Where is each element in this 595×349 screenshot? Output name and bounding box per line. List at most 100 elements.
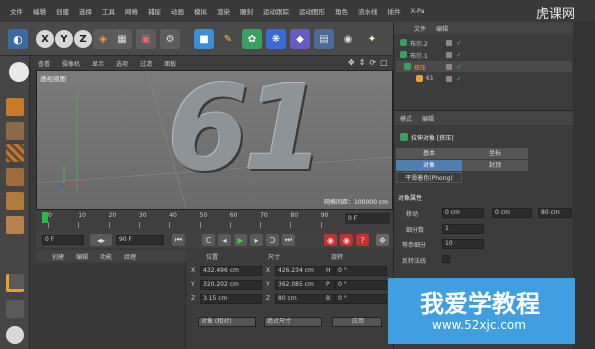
undo-icon[interactable]: ◐: [8, 29, 28, 49]
menu-item[interactable]: 插件: [388, 6, 401, 16]
sculpt-icon[interactable]: [6, 300, 24, 318]
end-frame-field[interactable]: 90 F: [116, 235, 164, 245]
rotation-field[interactable]: 0 °: [335, 294, 387, 304]
flip-normals-checkbox[interactable]: [442, 255, 450, 263]
light-icon[interactable]: ✦: [362, 29, 382, 49]
y-axis-button[interactable]: Y: [55, 30, 73, 48]
size-mode-select[interactable]: 绝对尺寸: [264, 317, 322, 327]
coordinate-system-icon[interactable]: ◈: [93, 29, 113, 49]
menu-item[interactable]: 雕刻: [240, 6, 253, 16]
object-menu-item[interactable]: 编辑: [436, 24, 448, 33]
isoparm-field[interactable]: 10: [442, 239, 484, 249]
object-name[interactable]: 布尔.2: [410, 39, 428, 48]
record-icon[interactable]: ◉: [324, 234, 337, 246]
menu-item[interactable]: 动画: [171, 6, 184, 16]
play-icon[interactable]: ▶: [234, 234, 247, 246]
enable-check-icon[interactable]: ✓: [456, 39, 462, 47]
perspective-viewport[interactable]: 透视视图 61 网格间距：100000 cm: [36, 70, 393, 210]
coordinate-mode-select[interactable]: 对象 (相对): [198, 317, 256, 327]
attribute-menu-item[interactable]: 编辑: [422, 114, 434, 123]
polygons-mode-icon[interactable]: [6, 216, 24, 234]
pen-icon[interactable]: ✎: [218, 29, 238, 49]
menu-item[interactable]: 选择: [79, 6, 92, 16]
viewport-menu-item[interactable]: 查看: [38, 59, 50, 68]
z-axis-button[interactable]: Z: [74, 30, 92, 48]
position-field[interactable]: 432.496 cm: [200, 266, 262, 276]
next-frame-icon[interactable]: ▸: [250, 234, 263, 246]
x-axis-button[interactable]: X: [36, 30, 54, 48]
menu-item[interactable]: 模拟: [194, 6, 207, 16]
move-z-field[interactable]: 80 cm: [538, 208, 572, 218]
keyframe-help-icon[interactable]: ?: [356, 234, 369, 246]
viewport-menu-item[interactable]: 面板: [164, 59, 176, 68]
next-key-icon[interactable]: Ↄ: [266, 234, 279, 246]
material-menu-item[interactable]: 编辑: [76, 252, 88, 261]
subdivision-icon[interactable]: ✿: [242, 29, 262, 49]
menu-item[interactable]: 流水线: [358, 6, 378, 16]
timeline[interactable]: 0 10 20 30 40 50 60 70 80 90: [36, 210, 393, 232]
points-mode-icon[interactable]: [6, 168, 24, 186]
viewport-nav-icons[interactable]: ✥⇕⟳▢: [348, 58, 390, 68]
axis-mode-icon[interactable]: [6, 274, 24, 292]
viewport-menu-item[interactable]: 摄像机: [62, 59, 80, 68]
object-name[interactable]: 61: [426, 75, 434, 82]
key-pos-icon[interactable]: ✥: [376, 234, 389, 246]
menu-item[interactable]: 创建: [56, 6, 69, 16]
enable-check-icon[interactable]: ✓: [456, 75, 462, 83]
position-field[interactable]: 320.202 cm: [200, 280, 262, 290]
visibility-dots[interactable]: [446, 52, 452, 58]
visibility-dots[interactable]: [446, 64, 452, 70]
snap-icon[interactable]: [6, 326, 24, 344]
object-menu-item[interactable]: 文件: [414, 24, 426, 33]
material-menu-item[interactable]: 创建: [52, 252, 64, 261]
menu-item[interactable]: 运动图形: [299, 6, 325, 16]
position-field[interactable]: 3.15 cm: [200, 294, 262, 304]
timeline-end-frame[interactable]: 0 F: [345, 213, 390, 224]
deformer-icon[interactable]: ◆: [290, 29, 310, 49]
edges-mode-icon[interactable]: [6, 192, 24, 210]
menu-item[interactable]: 捕捉: [148, 6, 161, 16]
subdivision-field[interactable]: 1: [442, 224, 484, 234]
floor-icon[interactable]: ▤: [314, 29, 334, 49]
autokey-icon[interactable]: ◉: [340, 234, 353, 246]
tab-coord[interactable]: 坐标: [462, 148, 528, 159]
render-picture-icon[interactable]: ▣: [136, 29, 156, 49]
tab-caps[interactable]: 封顶: [462, 160, 528, 171]
start-frame-field[interactable]: 0 F: [42, 235, 84, 245]
apply-button[interactable]: 应用: [332, 317, 382, 327]
menu-item[interactable]: 角色: [335, 6, 348, 16]
menu-item[interactable]: 渲染: [217, 6, 230, 16]
viewport-menu-item[interactable]: 显示: [92, 59, 104, 68]
checker-icon[interactable]: [6, 144, 24, 162]
object-name[interactable]: 挤压: [414, 63, 426, 72]
enable-check-icon[interactable]: ✓: [456, 63, 462, 71]
attribute-menu-item[interactable]: 模式: [400, 114, 412, 123]
prev-key-icon[interactable]: C: [202, 234, 215, 246]
camera-icon[interactable]: ◉: [338, 29, 358, 49]
menu-item[interactable]: X-Pa: [411, 7, 425, 15]
object-name[interactable]: 布尔.1: [410, 51, 428, 60]
tab-basic[interactable]: 基本: [396, 148, 462, 159]
texture-mode-icon[interactable]: [6, 122, 24, 140]
enable-check-icon[interactable]: ✓: [456, 51, 462, 59]
visibility-dots[interactable]: [446, 40, 452, 46]
render-view-icon[interactable]: ▦: [112, 29, 132, 49]
tab-object[interactable]: 对象: [396, 160, 462, 171]
viewport-menu-item[interactable]: 选项: [116, 59, 128, 68]
go-to-start-icon[interactable]: ⏮: [172, 234, 185, 246]
menu-item[interactable]: 运动跟踪: [263, 6, 289, 16]
move-y-field[interactable]: 0 cm: [492, 208, 532, 218]
material-menu-item[interactable]: 纹理: [124, 252, 136, 261]
menu-item[interactable]: 文件: [10, 6, 23, 16]
menu-item[interactable]: 工具: [102, 6, 115, 16]
render-settings-icon[interactable]: ⚙: [160, 29, 180, 49]
rotation-field[interactable]: 0 °: [335, 280, 387, 290]
tab-phong[interactable]: 平滑着色(Phong): [396, 172, 462, 183]
material-menu-item[interactable]: 功能: [100, 252, 112, 261]
go-to-end-icon[interactable]: ⏭: [282, 234, 295, 246]
rotation-field[interactable]: 0 °: [335, 266, 387, 276]
cube-icon[interactable]: ■: [194, 29, 214, 49]
menu-item[interactable]: 网格: [125, 6, 138, 16]
viewport-menu-item[interactable]: 过滤: [140, 59, 152, 68]
menu-item[interactable]: 编辑: [33, 6, 46, 16]
